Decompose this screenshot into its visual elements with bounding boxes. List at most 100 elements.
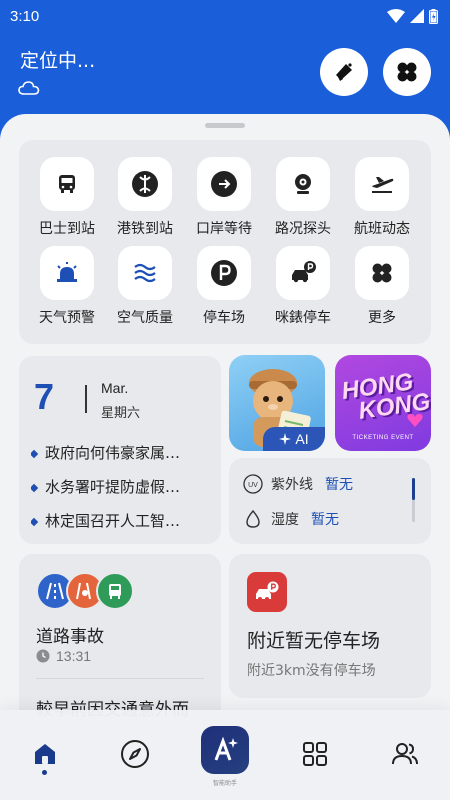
tab-services[interactable] <box>295 734 335 774</box>
plane-icon <box>372 177 394 193</box>
ai-assistant-icon <box>214 736 238 761</box>
nearby-parking-card[interactable]: 附近暂无停车场 附近3km没有停车场 <box>229 554 431 698</box>
service-label: 路况探头 <box>275 221 331 237</box>
heart-icon <box>407 414 423 427</box>
service-weather-warning[interactable]: 天气预警 <box>28 246 106 327</box>
service-meter-parking[interactable]: 咪錶停车 <box>264 246 342 327</box>
grid-icon <box>303 742 327 766</box>
megaphone-icon <box>336 63 352 81</box>
arrow-right-icon <box>211 171 237 197</box>
news-headline: 林定国召开人工智… <box>45 512 181 530</box>
webcam-icon <box>295 174 311 194</box>
humidity-label: 湿度 <box>271 512 299 528</box>
service-label: 航班动态 <box>354 221 410 237</box>
environment-scrollbar[interactable] <box>412 478 415 522</box>
header: 定位中... <box>0 32 450 117</box>
traffic-time-row: 13:31 <box>36 648 91 664</box>
news-headline: 政府向何伟豪家属… <box>45 444 181 462</box>
svg-text:UV: UV <box>248 482 258 489</box>
date-day: 7 <box>34 376 55 417</box>
sparkle-icon <box>279 433 292 445</box>
car-parking-icon <box>247 572 287 612</box>
uv-icon: UV <box>243 474 263 494</box>
service-label: 巴士到站 <box>39 221 95 237</box>
traffic-time: 13:31 <box>56 648 92 664</box>
service-mtr[interactable]: 港铁到站 <box>106 157 184 238</box>
ai-assistant-promo[interactable]: AI <box>229 355 325 451</box>
news-card[interactable]: 7 Mar. 星期六 政府向何伟豪家属… 水务署吁提防虚假… 林定国召开人工智… <box>19 356 221 544</box>
traffic-icon-group <box>36 572 146 612</box>
uv-label: 紫外线 <box>271 477 313 493</box>
location-label[interactable]: 定位中... <box>20 46 95 73</box>
bullet-icon <box>31 517 39 526</box>
siren-icon <box>57 262 77 282</box>
parking-title: 附近暂无停车场 <box>247 630 381 652</box>
service-air-quality[interactable]: 空气质量 <box>106 246 184 327</box>
tab-home[interactable] <box>25 734 65 774</box>
bus-icon <box>59 175 75 193</box>
cloud-icon <box>18 81 40 95</box>
service-label: 更多 <box>368 310 396 326</box>
droplet-icon <box>246 509 260 528</box>
tab-explore[interactable] <box>115 734 155 774</box>
waves-icon <box>134 263 156 283</box>
content-sheet: 巴士到站 港铁到站 口岸等待 路况探头 航班动态 天气预警 空气质量 停车场 咪… <box>0 114 450 800</box>
parking-icon <box>211 260 237 286</box>
bus-route-icon <box>96 572 134 610</box>
cell-signal-icon <box>410 9 424 23</box>
battery-icon <box>429 8 438 24</box>
bullet-icon <box>31 449 39 458</box>
tab-ai-assistant[interactable] <box>201 726 249 774</box>
service-traffic-cam[interactable]: 路况探头 <box>264 157 342 238</box>
status-time: 3:10 <box>10 7 40 25</box>
parking-subtitle: 附近3km没有停车场 <box>247 663 376 679</box>
service-border-wait[interactable]: 口岸等待 <box>185 157 263 238</box>
date-divider <box>85 385 87 413</box>
service-bus[interactable]: 巴士到站 <box>28 157 106 238</box>
hong-kong-event-promo[interactable]: HONG KONG TICKETING EVENT <box>335 355 431 451</box>
date-weekday: 星期六 <box>101 406 141 421</box>
tab-profile[interactable] <box>385 734 425 774</box>
service-label: 天气预警 <box>39 310 95 326</box>
date-month: Mar. <box>101 380 129 396</box>
uv-row: UV 紫外线 暂无 <box>243 474 353 494</box>
services-menu-button[interactable] <box>383 48 431 96</box>
news-headline: 水务署吁提防虚假… <box>45 478 181 496</box>
environment-card[interactable]: UV 紫外线 暂无 湿度 暂无 <box>229 458 431 544</box>
active-tab-indicator <box>42 770 47 775</box>
service-label: 口岸等待 <box>196 221 252 237</box>
service-label: 咪錶停车 <box>275 310 331 326</box>
service-more[interactable]: 更多 <box>343 246 421 327</box>
compass-icon <box>121 740 149 768</box>
announcement-button[interactable] <box>320 48 368 96</box>
bottom-tab-bar: 智能助手 <box>0 710 450 800</box>
meter-parking-icon <box>292 261 316 283</box>
mtr-icon <box>132 171 158 197</box>
status-icons <box>387 8 438 24</box>
news-item[interactable]: 水务署吁提防虚假… <box>31 476 216 497</box>
hk-event-subtitle: TICKETING EVENT <box>352 435 414 441</box>
drag-handle[interactable] <box>205 123 245 128</box>
ai-badge: AI <box>263 427 325 451</box>
humidity-row: 湿度 暂无 <box>243 509 339 529</box>
ai-badge-label: AI <box>295 431 309 447</box>
news-item[interactable]: 政府向何伟豪家属… <box>31 442 216 463</box>
services-grid: 巴士到站 港铁到站 口岸等待 路况探头 航班动态 天气预警 空气质量 停车场 咪… <box>19 140 431 344</box>
ai-assistant-caption: 智能助手 <box>212 780 237 787</box>
traffic-title: 道路事故 <box>36 627 104 647</box>
users-icon <box>392 743 418 765</box>
clover-icon <box>397 62 417 82</box>
service-label: 空气质量 <box>117 310 173 326</box>
home-icon <box>35 744 55 764</box>
service-label: 停车场 <box>203 310 245 326</box>
humidity-value: 暂无 <box>311 512 339 528</box>
wifi-icon <box>387 9 405 23</box>
divider <box>36 678 204 679</box>
bullet-icon <box>31 483 39 492</box>
uv-value: 暂无 <box>325 477 353 493</box>
news-item[interactable]: 林定国召开人工智… <box>31 510 216 531</box>
clock-icon <box>36 649 50 663</box>
service-flight[interactable]: 航班动态 <box>343 157 421 238</box>
service-label: 港铁到站 <box>117 221 173 237</box>
service-parking[interactable]: 停车场 <box>185 246 263 327</box>
